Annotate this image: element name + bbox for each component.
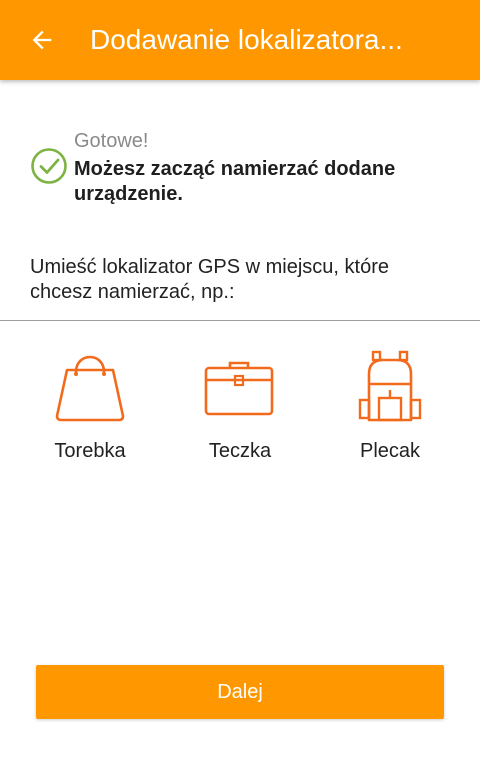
- status-message: Możesz zacząć namierzać dodane urządzeni…: [74, 158, 396, 205]
- next-button[interactable]: Dalej: [36, 665, 444, 719]
- divider: [0, 320, 480, 321]
- page-title: Dodawanie lokalizatora...: [90, 24, 403, 55]
- backpack-icon: [358, 350, 422, 422]
- handbag-icon: [55, 355, 125, 422]
- briefcase-icon: [204, 361, 274, 416]
- instruction-text: Umieść lokalizator GPS w miejscu, które …: [30, 256, 389, 303]
- back-button[interactable]: [26, 24, 58, 56]
- app-bar: Dodawanie lokalizatora...: [0, 0, 480, 80]
- option-backpack[interactable]: Plecak: [315, 350, 465, 463]
- option-briefcase[interactable]: Teczka: [165, 350, 315, 463]
- option-handbag[interactable]: Torebka: [15, 350, 165, 463]
- option-label-backpack: Plecak: [359, 440, 421, 462]
- arrow-left-icon: [32, 30, 52, 50]
- status-label: Gotowe!: [74, 130, 149, 152]
- option-label-handbag: Torebka: [54, 440, 126, 462]
- status-block: Gotowe! Możesz zacząć namierzać dodane u…: [30, 128, 450, 207]
- option-label-briefcase: Teczka: [208, 440, 272, 462]
- check-circle-icon: [31, 148, 67, 184]
- status-text: Gotowe! Możesz zacząć namierzać dodane u…: [74, 128, 450, 207]
